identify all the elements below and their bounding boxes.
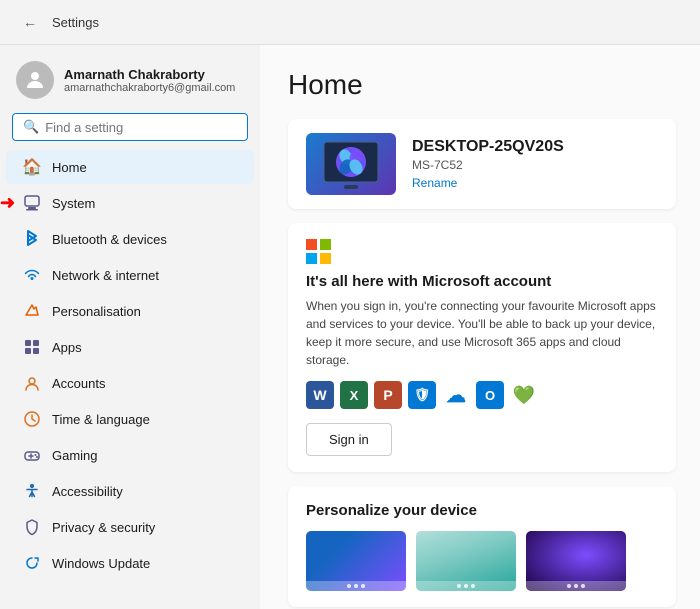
system-icon xyxy=(22,193,42,213)
arrow-indicator: ➜ xyxy=(0,193,15,214)
defender-icon: 🛡 xyxy=(408,381,436,409)
device-model: MS-7C52 xyxy=(412,158,564,172)
sidebar-item-accounts[interactable]: Accounts xyxy=(6,366,254,400)
taskbar-1 xyxy=(306,581,406,591)
sidebar-item-system[interactable]: ➜ System xyxy=(6,186,254,220)
sidebar-item-bluetooth[interactable]: Bluetooth & devices xyxy=(6,222,254,256)
back-button[interactable]: ← xyxy=(16,8,44,36)
sidebar-item-accessibility[interactable]: Accessibility xyxy=(6,474,254,508)
taskbar-2 xyxy=(416,581,516,591)
ms-logo-blue xyxy=(306,253,317,264)
wallpaper-2[interactable] xyxy=(416,531,516,591)
ms-card-title: It's all here with Microsoft account xyxy=(306,273,658,290)
sidebar-item-network[interactable]: Network & internet xyxy=(6,258,254,292)
main-layout: Amarnath Chakraborty amarnathchakraborty… xyxy=(0,45,700,609)
ms-card-desc: When you sign in, you're connecting your… xyxy=(306,297,658,369)
powerpoint-icon: P xyxy=(374,381,402,409)
page-title: Home xyxy=(288,69,676,101)
sidebar-item-personalisation[interactable]: Personalisation xyxy=(6,294,254,328)
sidebar-item-apps[interactable]: Apps xyxy=(6,330,254,364)
sign-in-button[interactable]: Sign in xyxy=(306,423,392,456)
profile-name: Amarnath Chakraborty xyxy=(64,67,235,82)
network-icon xyxy=(22,265,42,285)
search-box[interactable]: 🔍 xyxy=(12,113,248,141)
accounts-icon xyxy=(22,373,42,393)
ms-logo-yellow xyxy=(320,253,331,264)
accessibility-icon xyxy=(22,481,42,501)
taskbar-3 xyxy=(526,581,626,591)
wallpaper-3[interactable] xyxy=(526,531,626,591)
main-content: Home xyxy=(260,45,700,609)
bluetooth-icon xyxy=(22,229,42,249)
profile-email: amarnathchakraborty6@gmail.com xyxy=(64,82,235,94)
profile-info: Amarnath Chakraborty amarnathchakraborty… xyxy=(64,67,235,94)
time-icon xyxy=(22,409,42,429)
rename-link[interactable]: Rename xyxy=(412,176,564,190)
ms-app-icons: W X P 🛡 ☁ O 💚 xyxy=(306,381,658,409)
search-icon: 🔍 xyxy=(23,119,39,135)
privacy-icon xyxy=(22,517,42,537)
title-bar: ← Settings xyxy=(0,0,700,45)
word-icon: W xyxy=(306,381,334,409)
search-input[interactable] xyxy=(45,120,237,135)
personalize-card: Personalize your device xyxy=(288,486,676,607)
update-icon xyxy=(22,553,42,573)
onedrive-icon: ☁ xyxy=(442,381,470,409)
sidebar-item-update[interactable]: Windows Update xyxy=(6,546,254,580)
personalisation-icon xyxy=(22,301,42,321)
ms-account-card: It's all here with Microsoft account Whe… xyxy=(288,223,676,472)
sidebar-item-time[interactable]: Time & language xyxy=(6,402,254,436)
sidebar-item-privacy[interactable]: Privacy & security xyxy=(6,510,254,544)
device-info: DESKTOP-25QV20S MS-7C52 Rename xyxy=(412,138,564,190)
gaming-icon xyxy=(22,445,42,465)
sidebar-item-gaming[interactable]: Gaming xyxy=(6,438,254,472)
wallpaper-1[interactable] xyxy=(306,531,406,591)
sidebar: Amarnath Chakraborty amarnathchakraborty… xyxy=(0,45,260,609)
profile-section[interactable]: Amarnath Chakraborty amarnathchakraborty… xyxy=(0,53,260,113)
wallpaper-thumbnails xyxy=(306,531,658,591)
excel-icon: X xyxy=(340,381,368,409)
home-icon: 🏠 xyxy=(22,157,42,177)
device-card: DESKTOP-25QV20S MS-7C52 Rename xyxy=(288,119,676,209)
window-title: Settings xyxy=(52,15,99,30)
outlook-icon: O xyxy=(476,381,504,409)
device-name: DESKTOP-25QV20S xyxy=(412,138,564,156)
ms-logo-green xyxy=(320,239,331,250)
ms-logo-red xyxy=(306,239,317,250)
device-thumbnail xyxy=(306,133,396,195)
sidebar-item-home[interactable]: 🏠 Home xyxy=(6,150,254,184)
personalize-title: Personalize your device xyxy=(306,502,658,519)
avatar xyxy=(16,61,54,99)
health-icon: 💚 xyxy=(510,381,538,409)
microsoft-logo xyxy=(306,239,332,265)
apps-icon xyxy=(22,337,42,357)
